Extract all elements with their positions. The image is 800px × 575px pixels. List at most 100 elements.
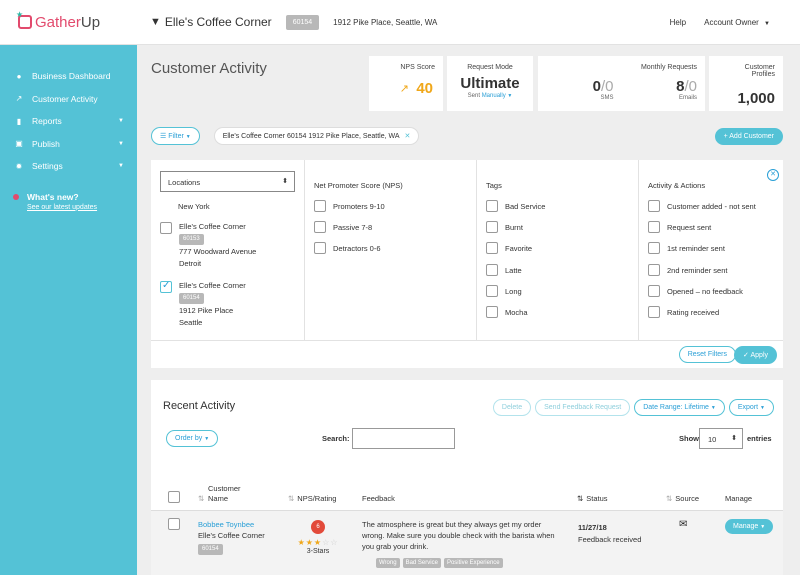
checkbox[interactable] [648, 242, 660, 254]
help-link[interactable]: Help [670, 18, 686, 27]
location-address: 777 Woodward Avenue [179, 247, 257, 257]
emails-label: Emails [678, 95, 697, 101]
checkbox[interactable] [648, 200, 660, 212]
table-row[interactable]: Bobbee Toynbee Elle's Coffee Corner 6015… [151, 511, 783, 575]
logo-mark-icon [16, 10, 32, 29]
location-name: New York [178, 202, 210, 211]
sort-icon[interactable]: ⇅ [198, 494, 207, 503]
page-size-select[interactable]: 10 ⬍ [699, 428, 743, 449]
activity-option[interactable]: 1st reminder sent [648, 242, 725, 254]
sidebar-item-label: Publish [32, 138, 60, 149]
filter-column-nps: Net Promoter Score (NPS) Promoters 9-10 … [305, 160, 477, 340]
chevron-down-icon: ▼ [710, 405, 716, 411]
select-all-checkbox[interactable] [168, 491, 180, 503]
nps-option-promoters[interactable]: Promoters 9-10 [314, 200, 385, 212]
column-feedback[interactable]: Feedback [362, 494, 395, 503]
location-checkbox[interactable] [160, 280, 172, 293]
account-menu[interactable]: Account Owner ▼ [704, 18, 770, 27]
location-option-detroit[interactable]: Elle's Coffee Corner 60153 777 Woodward … [160, 221, 256, 269]
chevron-down-icon: ▼ [764, 20, 770, 27]
sidebar-item-reports[interactable]: ▮ Reports ▼ [0, 110, 137, 133]
column-nps-rating[interactable]: ⇅ NPS/Rating [288, 494, 336, 503]
sidebar-item-customer-activity[interactable]: ↗ Customer Activity [0, 88, 137, 111]
sidebar-item-settings[interactable]: ✹ Settings ▼ [0, 155, 137, 178]
rating-label: 3-Stars [306, 548, 330, 555]
customer-name-link[interactable]: Bobbee Toynbee [198, 519, 265, 530]
nps-score-badge: 6 [311, 520, 325, 534]
customer-location: Elle's Coffee Corner [198, 531, 265, 541]
row-checkbox[interactable] [168, 518, 180, 530]
locations-select[interactable]: Locations ⬍ [160, 171, 295, 192]
location-city: Seattle [179, 317, 203, 327]
activity-option[interactable]: Request sent [648, 221, 711, 233]
sidebar-item-publish[interactable]: ▣ Publish ▼ [0, 133, 137, 156]
activity-option[interactable]: Customer added - not sent [648, 200, 756, 212]
feedback-tags: Wrong Bad Service Positive Experience [376, 558, 506, 568]
column-source[interactable]: ⇅ Source [666, 494, 699, 503]
activity-filter-title: Activity & Actions [648, 181, 706, 190]
filter-button[interactable]: ☰ Filter ▼ [151, 127, 200, 145]
location-option-new-york[interactable]: New York [178, 202, 210, 211]
checkbox[interactable] [486, 221, 498, 233]
checkbox[interactable] [648, 221, 660, 233]
tag-option[interactable]: Burnt [486, 221, 523, 233]
export-dropdown[interactable]: Export ▼ [728, 399, 774, 416]
checkbox[interactable] [314, 200, 326, 212]
location-checkbox[interactable] [160, 222, 172, 234]
chevron-down-icon: ▼ [118, 163, 124, 170]
order-by-dropdown[interactable]: Order by ▼ [166, 430, 219, 447]
delete-button[interactable]: Delete [492, 399, 532, 416]
search-input[interactable] [352, 428, 455, 449]
sort-icon: ⇅ [666, 494, 673, 503]
column-status[interactable]: ⇅ Status [577, 494, 608, 503]
close-icon[interactable]: ✕ [405, 133, 411, 140]
checkbox[interactable] [486, 242, 498, 254]
tag-option[interactable]: Long [486, 285, 522, 297]
nps-option-detractors[interactable]: Detractors 0-6 [314, 242, 381, 254]
trend-up-icon: ↗ [399, 83, 409, 95]
whats-new-link[interactable]: See our latest updates [27, 204, 137, 211]
gatherup-logo[interactable]: GatherUp [0, 10, 137, 31]
checkbox[interactable] [314, 242, 326, 254]
send-feedback-request-button[interactable]: Send Feedback Request [535, 399, 631, 416]
sms-total: 0 [605, 78, 614, 95]
column-customer-name[interactable]: Customer Name [208, 484, 241, 504]
tag-option[interactable]: Bad Service [486, 200, 545, 212]
chevron-down-icon: ▼ [118, 118, 124, 125]
checkbox[interactable] [486, 306, 498, 318]
checkbox[interactable] [314, 221, 326, 233]
close-icon[interactable]: ✕ [767, 169, 779, 181]
option-label: Detractors 0-6 [333, 243, 381, 253]
entries-label: entries [747, 434, 772, 443]
notification-dot-icon [13, 193, 19, 200]
manage-button[interactable]: Manage ▼ [725, 519, 774, 534]
filter-column-activity: Activity & Actions ✕ Customer added - no… [639, 160, 783, 340]
activity-option[interactable]: Opened – no feedback [648, 285, 743, 297]
tag-option[interactable]: Mocha [486, 306, 528, 318]
option-label: Latte [505, 265, 522, 275]
date-range-dropdown[interactable]: Date Range: Lifetime ▼ [634, 399, 725, 416]
export-label: Export [737, 404, 759, 411]
star-rating: ★★★☆☆ [291, 538, 345, 547]
request-mode-sub-prefix: Sent [467, 93, 481, 99]
sort-icon: ⇅ [577, 494, 584, 503]
option-label: Favorite [505, 243, 533, 253]
checkbox[interactable] [486, 264, 498, 276]
reset-filters-button[interactable]: Reset Filters [678, 346, 736, 363]
checkbox[interactable] [486, 200, 498, 212]
checkbox[interactable] [648, 306, 660, 318]
checkbox[interactable] [486, 285, 498, 297]
sidebar-item-business-dashboard[interactable]: ● Business Dashboard [0, 65, 137, 88]
apply-filters-button[interactable]: ✓ Apply [734, 346, 777, 364]
location-option-seattle[interactable]: Elle's Coffee Corner 60154 1912 Pike Pla… [160, 280, 246, 328]
activity-option[interactable]: 2nd reminder sent [648, 264, 727, 276]
tag-option[interactable]: Latte [486, 264, 522, 276]
tag-option[interactable]: Favorite [486, 242, 532, 254]
activity-option[interactable]: Rating received [648, 306, 719, 318]
nps-option-passive[interactable]: Passive 7-8 [314, 221, 372, 233]
checkbox[interactable] [648, 264, 660, 276]
request-mode-dropdown[interactable]: Manually [482, 93, 506, 99]
location-address: 1912 Pike Place [179, 306, 234, 316]
checkbox[interactable] [648, 285, 660, 297]
add-customer-button[interactable]: + Add Customer [714, 128, 783, 145]
